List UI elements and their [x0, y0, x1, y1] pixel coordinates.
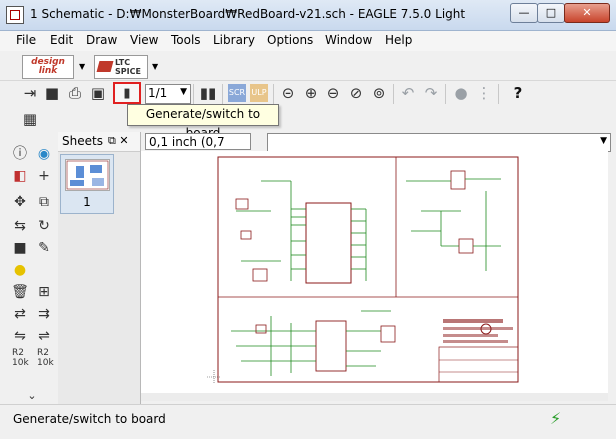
toolbar-divider — [445, 84, 446, 104]
menu-library[interactable]: Library — [213, 33, 255, 47]
minimize-button[interactable]: — — [510, 3, 538, 23]
rotate-icon[interactable]: ↻ — [34, 216, 54, 236]
zoom-select-icon[interactable]: ⊘ — [346, 83, 366, 103]
chevron-down-icon[interactable]: ▼ — [600, 136, 607, 146]
invoke-icon[interactable]: ⇌ — [34, 326, 54, 346]
sheet-preview — [65, 159, 110, 191]
add-icon[interactable]: ⊞ — [34, 282, 54, 302]
toolbar-divider — [273, 84, 274, 104]
menu-options[interactable]: Options — [267, 33, 313, 47]
pinswap-icon[interactable]: ⇄ — [10, 304, 30, 324]
ltc-logo-icon — [96, 61, 114, 72]
sheet-preview-graphic — [66, 160, 109, 190]
sheets-title: Sheets — [62, 134, 103, 148]
menu-edit[interactable]: Edit — [50, 33, 73, 47]
help-icon[interactable]: ? — [508, 83, 528, 103]
ltspice-label: LTC SPICE — [115, 58, 141, 76]
ulp-icon[interactable]: ULP — [250, 84, 268, 102]
stop-icon[interactable]: ● — [451, 83, 471, 103]
ltspice-button[interactable]: LTC SPICE — [94, 55, 148, 79]
group-icon[interactable]: ■ — [10, 238, 30, 258]
design-link-button[interactable]: design link — [22, 55, 74, 79]
title-bar: 1 Schematic - D:₩MonsterBoard₩RedBoard-v… — [0, 0, 616, 31]
display-layers-icon[interactable]: ◧ — [10, 166, 30, 186]
print-icon[interactable]: ⎙ — [65, 83, 85, 103]
design-link-dropdown-icon[interactable]: ▼ — [79, 62, 85, 71]
close-button[interactable]: ✕ — [564, 3, 610, 23]
tooltip: Generate/switch to board — [127, 104, 279, 140]
status-message: Generate/switch to board — [13, 412, 166, 426]
paste-icon[interactable]: ● — [10, 260, 30, 280]
sheet-number: 1 — [83, 195, 91, 209]
value-tool-value: 10k — [37, 358, 54, 368]
menu-window[interactable]: Window — [325, 33, 372, 47]
redo-icon[interactable]: ↷ — [421, 83, 441, 103]
panel-float-icon[interactable]: ⧉ ✕ — [108, 134, 129, 148]
name-tool-value: 10k — [12, 358, 29, 368]
go-icon[interactable]: ⋮ — [474, 83, 494, 103]
redraw-icon[interactable]: ⊚ — [369, 83, 389, 103]
mark-icon[interactable]: + — [34, 166, 54, 186]
lightning-icon[interactable]: ⚡ — [550, 409, 561, 428]
replace-icon[interactable]: ⇋ — [10, 326, 30, 346]
command-toolbar: ⓘ ◉ ◧ + ✥ ⧉ ⇆ ↻ ■ ✎ ● 🗑 ⊞ ⇄ ⇉ ⇋ ⇌ R2 R2 … — [0, 132, 59, 404]
menu-draw[interactable]: Draw — [86, 33, 117, 47]
undo-icon[interactable]: ↶ — [398, 83, 418, 103]
maximize-button[interactable]: □ — [537, 3, 565, 23]
command-line-input[interactable]: ▼ — [267, 133, 611, 152]
chevron-down-icon: ▼ — [180, 87, 187, 97]
menu-view[interactable]: View — [130, 33, 158, 47]
design-link-label: design link — [31, 57, 65, 76]
menu-help[interactable]: Help — [385, 33, 412, 47]
window-title: 1 Schematic - D:₩MonsterBoard₩RedBoard-v… — [30, 7, 466, 21]
grid-icon[interactable]: ▦ — [20, 109, 40, 129]
mirror-icon[interactable]: ⇆ — [10, 216, 30, 236]
delete-icon[interactable]: 🗑 — [10, 282, 30, 302]
menu-bar: File Edit Draw View Tools Library Option… — [0, 31, 616, 51]
toolbar-divider — [222, 84, 223, 104]
horizontal-scrollbar[interactable] — [141, 393, 608, 401]
parameter-toolbar — [0, 107, 616, 131]
value-tool-label[interactable]: R2 — [37, 348, 49, 358]
status-bar: Generate/switch to board ⚡ — [0, 404, 616, 439]
menu-file[interactable]: File — [16, 33, 36, 47]
sheet-select[interactable]: 1/1 ▼ — [145, 84, 191, 104]
sheets-header: Sheets ⧉ ✕ — [58, 132, 140, 152]
cam-icon[interactable]: ▣ — [88, 83, 108, 103]
copy-icon[interactable]: ⧉ — [34, 192, 54, 212]
schematic-drawing[interactable] — [141, 151, 608, 401]
info-icon[interactable]: ⓘ — [10, 144, 30, 164]
sheet-thumbnail[interactable]: 1 — [60, 154, 114, 214]
zoom-in-icon[interactable]: ⊕ — [301, 83, 321, 103]
generate-switch-board-button[interactable]: ▮ — [113, 82, 141, 104]
eagle-app-icon[interactable] — [6, 6, 24, 24]
sheet-select-value: 1/1 — [148, 86, 168, 100]
scr-icon[interactable]: SCR — [228, 84, 246, 102]
save-icon[interactable]: ■ — [42, 83, 62, 103]
sheets-panel: Sheets ⧉ ✕ 1 — [58, 132, 141, 404]
more-tools-icon[interactable]: ⌄ — [22, 386, 42, 406]
integration-toolbar — [0, 52, 616, 81]
sheet-icon[interactable]: ▮▮ — [198, 83, 218, 103]
menu-tools[interactable]: Tools — [171, 33, 201, 47]
open-icon[interactable]: ⇥ — [20, 83, 40, 103]
toolbar-divider — [193, 84, 194, 104]
zoom-fit-icon[interactable]: ⊝ — [278, 83, 298, 103]
board-switch-icon: ▮ — [123, 86, 131, 101]
name-tool-label[interactable]: R2 — [12, 348, 24, 358]
toolbar-divider — [498, 84, 499, 104]
ltspice-dropdown-icon[interactable]: ▼ — [152, 62, 158, 71]
zoom-out-icon[interactable]: ⊖ — [323, 83, 343, 103]
show-icon[interactable]: ◉ — [34, 144, 54, 164]
coordinate-readout: 0,1 inch (0,7 7,5) — [145, 133, 251, 166]
move-icon[interactable]: ✥ — [10, 192, 30, 212]
change-icon[interactable]: ✎ — [34, 238, 54, 258]
gateswap-icon[interactable]: ⇉ — [34, 304, 54, 324]
toolbar-divider — [393, 84, 394, 104]
schematic-canvas[interactable] — [141, 151, 608, 401]
